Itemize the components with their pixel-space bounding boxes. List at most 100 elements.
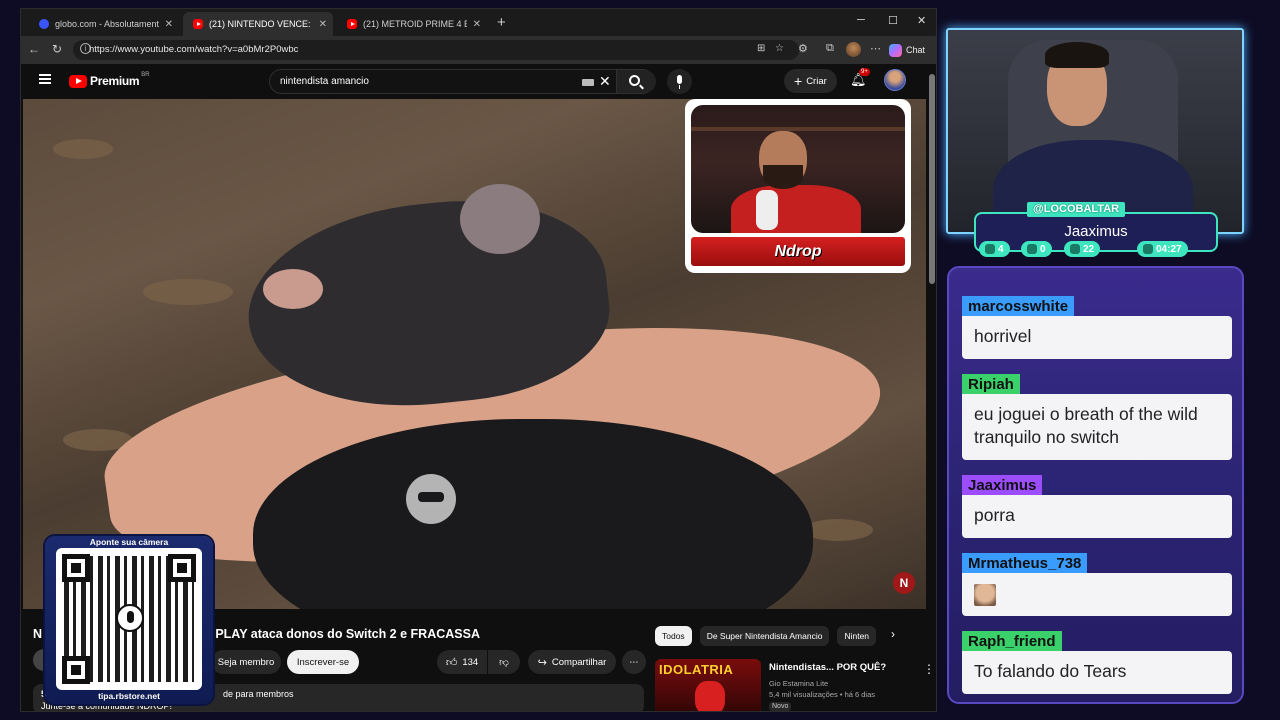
thumbnail-text: IDOLATRIA <box>659 662 734 677</box>
streamer-name: Jaaximus <box>1064 223 1128 240</box>
scrollbar-thumb[interactable] <box>929 74 935 284</box>
chip-nintendo[interactable]: Ninten <box>837 626 877 646</box>
stat-chat: 4 <box>979 241 1010 257</box>
tab-strip: globo.com - Absolutamente tudo ✕ (21) NI… <box>21 9 936 36</box>
address-bar-row: ← ↻ i https://www.youtube.com/watch?v=a0… <box>21 36 936 64</box>
share-button[interactable]: ↪ Compartilhar <box>528 650 616 674</box>
leaf-shape <box>143 279 233 305</box>
join-label: Seja membro <box>217 656 275 668</box>
chat-username: Ripiah <box>962 374 1020 396</box>
close-window-button[interactable]: ✕ <box>917 14 926 27</box>
clear-search-icon[interactable]: ✕ <box>599 73 611 90</box>
create-button[interactable]: + Criar <box>784 69 837 93</box>
recommendation-chips: Todos De Super Nintendista Amancio Ninte… <box>655 625 877 647</box>
reload-icon[interactable]: ↻ <box>52 42 62 56</box>
youtube-icon <box>1027 244 1037 254</box>
keyboard-icon[interactable] <box>582 79 594 86</box>
shelf-shape <box>691 127 905 131</box>
tab-globo[interactable]: globo.com - Absolutamente tudo ✕ <box>29 12 179 36</box>
leaf-shape <box>53 139 113 159</box>
search-box[interactable]: nintendista amancio ✕ <box>269 69 656 94</box>
chat-label: Chat <box>906 45 926 55</box>
video-player[interactable]: N Ndrop <box>23 99 926 609</box>
page-scrollbar[interactable] <box>929 64 935 711</box>
more-dots-icon: ⋯ <box>629 656 639 668</box>
ndrop-logo-text: Ndrop <box>774 243 822 260</box>
extensions-icon[interactable]: ⚙ <box>798 42 808 55</box>
facecam-inset: Ndrop <box>685 99 911 273</box>
youtube-header: Premium BR nintendista amancio ✕ + Criar… <box>21 64 936 98</box>
plus-icon: + <box>794 73 803 89</box>
qr-code <box>56 548 202 690</box>
chat-message-text: porra <box>974 505 1015 525</box>
video-title-prefix: N <box>33 627 43 641</box>
close-tab-icon[interactable]: ✕ <box>319 19 327 30</box>
microphone-icon <box>756 190 778 230</box>
thumbnail-character <box>695 681 725 711</box>
streamer-hair <box>1045 42 1109 68</box>
more-options-icon[interactable]: ⋯ <box>870 42 881 55</box>
chat-username: marcosswhite <box>962 296 1075 318</box>
recommended-thumbnail[interactable]: IDOLATRIA <box>655 659 761 711</box>
url-field[interactable]: i https://www.youtube.com/watch?v=a0bMr2… <box>73 40 799 60</box>
streamer-handle: @LOCOBALTAR <box>1027 202 1126 217</box>
country-code: BR <box>141 72 150 78</box>
account-avatar[interactable] <box>884 69 906 91</box>
chat-message-text: horrivel <box>974 326 1032 346</box>
stat-value: 04:27 <box>1156 243 1182 255</box>
qr-finder-pattern <box>62 554 90 582</box>
chip-todos[interactable]: Todos <box>655 626 692 646</box>
profile-avatar[interactable] <box>846 42 861 57</box>
notifications-bell-icon[interactable]: 🔔︎ 9+ <box>850 68 870 88</box>
menu-icon[interactable] <box>39 74 51 84</box>
youtube-logo[interactable]: Premium BR <box>69 72 150 88</box>
favorite-star-icon[interactable]: ☆ <box>775 43 784 54</box>
new-badge: Novo <box>769 702 792 711</box>
recommended-video[interactable]: IDOLATRIA Nintendistas... POR QUÊ? Gio E… <box>655 659 936 711</box>
close-tab-icon[interactable]: ✕ <box>165 19 173 30</box>
chat-username: Raph_friend <box>962 631 1062 653</box>
qr-finder-pattern <box>168 554 196 582</box>
clock-icon <box>1143 244 1153 254</box>
like-button[interactable]: 👍︎ 134 <box>437 650 487 674</box>
qr-caption-bottom: tipa.rbstore.net <box>98 691 160 701</box>
app-install-icon[interactable]: ⊞ <box>757 43 765 54</box>
presenter-torso <box>731 185 861 233</box>
subscribe-button[interactable]: Inscrever-se <box>287 650 359 674</box>
back-arrow-icon[interactable]: ← <box>28 42 40 56</box>
chat-bubble-icon <box>985 244 995 254</box>
chip-channel[interactable]: De Super Nintendista Amancio <box>699 626 830 646</box>
minimize-button[interactable]: ─ <box>857 14 865 26</box>
chat-message <box>962 573 1232 616</box>
maximize-button[interactable]: ☐ <box>888 14 898 27</box>
copilot-icon <box>889 43 902 57</box>
tab-nintendo-vence[interactable]: (21) NINTENDO VENCE: LUANGAM ✕ <box>183 12 333 36</box>
like-count: 134 <box>462 656 479 668</box>
copilot-chat-button[interactable]: Chat <box>889 40 925 60</box>
new-tab-button[interactable]: + <box>497 14 506 31</box>
search-button[interactable] <box>616 70 656 93</box>
voice-search-icon[interactable] <box>667 69 692 94</box>
join-button[interactable]: Seja membro <box>211 650 281 674</box>
thumbs-up-icon: 👍︎ <box>445 656 458 669</box>
collections-icon[interactable]: ⧉ <box>826 42 834 55</box>
globo-icon <box>39 19 49 29</box>
share-label: Compartilhar <box>551 656 607 668</box>
search-input[interactable]: nintendista amancio <box>280 76 369 87</box>
chat-message-text: eu joguei o breath of the wild tranquilo… <box>974 404 1198 447</box>
create-label: Criar <box>806 75 827 87</box>
tab-metroid[interactable]: (21) METROID PRIME 4 BEYOND | ✕ <box>337 12 487 36</box>
qr-finder-pattern <box>62 656 90 684</box>
close-tab-icon[interactable]: ✕ <box>473 19 481 30</box>
dislike-button[interactable]: 👎︎ <box>488 650 520 674</box>
youtube-icon <box>347 19 357 29</box>
tab-title: (21) METROID PRIME 4 BEYOND | <box>363 19 467 29</box>
channel-watermark: N <box>893 572 915 594</box>
search-icon <box>629 75 640 86</box>
stat-youtube: 0 <box>1021 241 1052 257</box>
chevron-right-icon[interactable]: › <box>891 627 895 641</box>
stat-value: 0 <box>1040 243 1046 255</box>
more-actions-button[interactable]: ⋯ <box>622 650 646 674</box>
shirt-skull-logo <box>406 474 456 524</box>
chat-username: Jaaximus <box>962 475 1043 497</box>
